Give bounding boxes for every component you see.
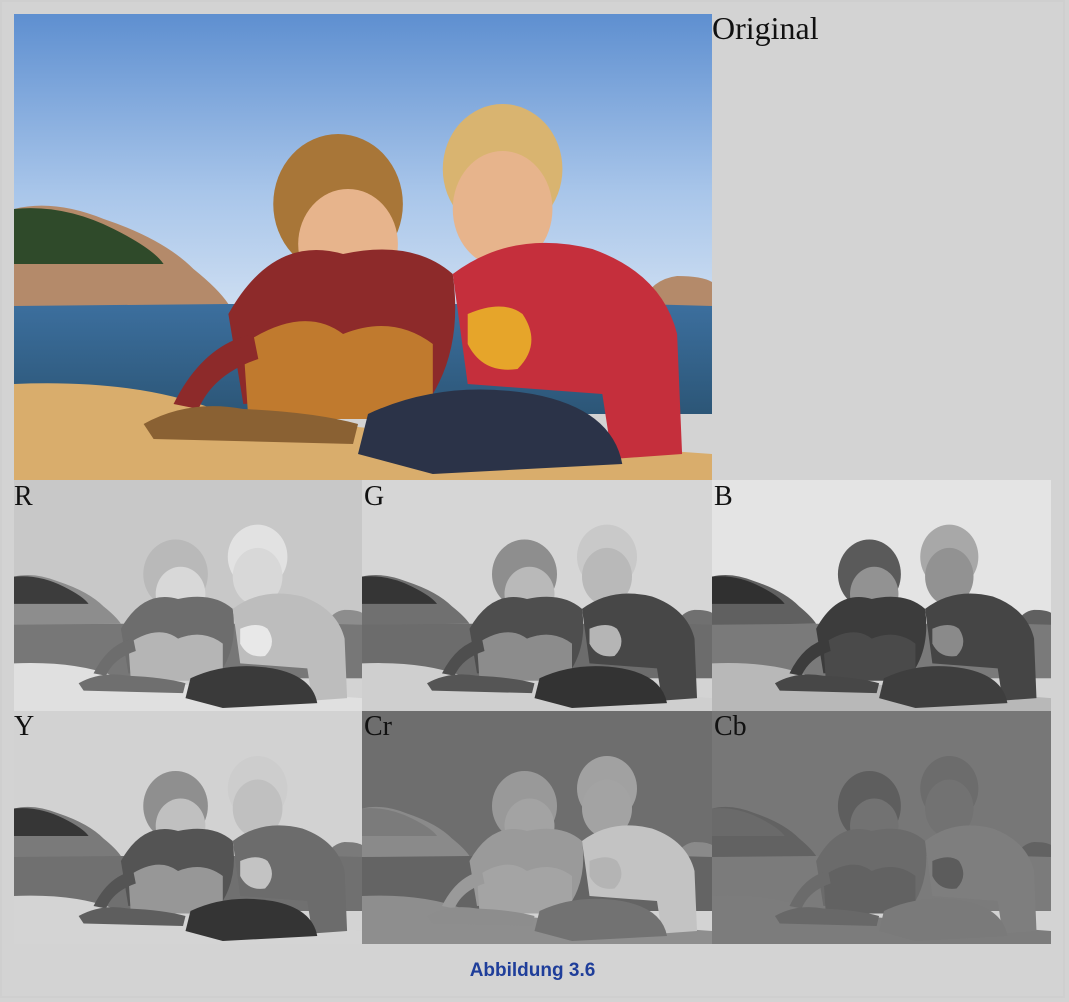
label-original: Original — [712, 10, 819, 46]
g-channel-image — [362, 480, 712, 711]
label-r: R — [14, 481, 33, 512]
y-channel-image — [14, 711, 362, 944]
cr-channel-image — [362, 711, 712, 944]
figure-caption: Abbildung 3.6 — [469, 960, 596, 981]
label-y: Y — [14, 711, 35, 742]
cb-channel-image — [712, 711, 1051, 944]
label-cr: Cr — [364, 711, 392, 742]
original-photo — [14, 14, 712, 480]
label-b: B — [714, 481, 733, 512]
b-channel-image — [712, 480, 1051, 711]
label-g: G — [364, 481, 385, 512]
label-cb: Cb — [714, 711, 747, 742]
r-channel-image — [14, 480, 362, 711]
